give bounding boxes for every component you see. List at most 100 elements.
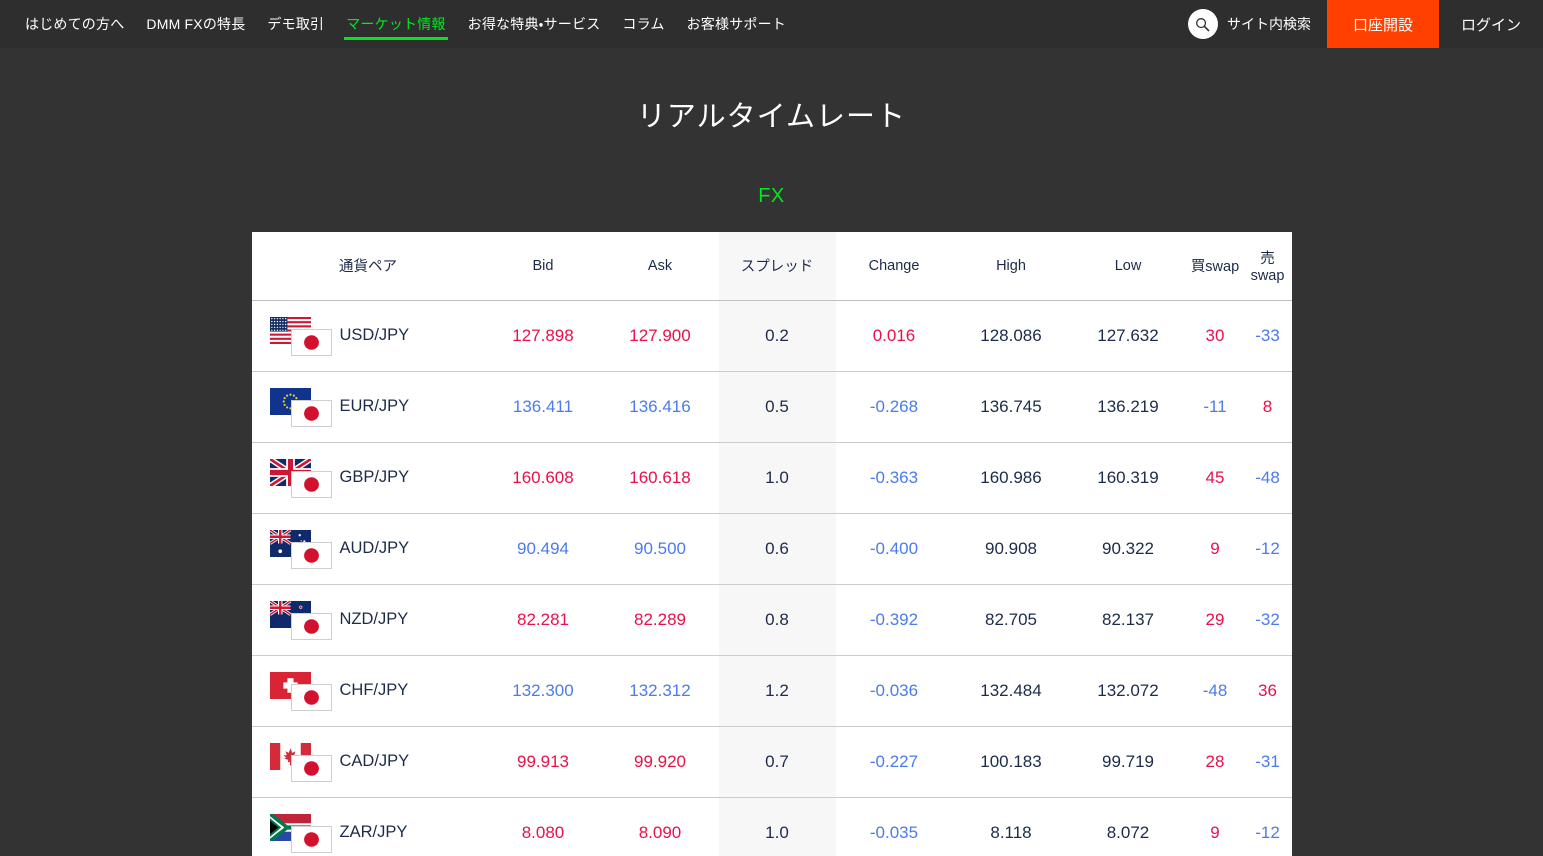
nav-item-label: マーケット情報 (346, 16, 446, 32)
column-header-currency-pair[interactable]: 通貨ペア (251, 232, 485, 301)
cell-change: -0.227 (835, 726, 953, 798)
column-header-buy-swap[interactable]: 買swap (1186, 232, 1244, 301)
flag-pair (269, 458, 332, 498)
cell-buy-swap: 30 (1186, 300, 1244, 372)
cell-high: 132.484 (952, 655, 1070, 727)
cell-currency-pair: NZD/JPY (251, 584, 485, 656)
nav-item-4[interactable]: マーケット情報 (335, 0, 456, 48)
cell-high: 128.086 (952, 300, 1070, 372)
flag-pair (269, 742, 332, 782)
column-header-spread[interactable]: スプレッド (718, 232, 836, 301)
table-row[interactable]: AUD/JPY 90.494 90.500 0.6 -0.400 90.908 90.322… (251, 513, 1292, 585)
cell-high: 136.745 (952, 371, 1070, 443)
cell-currency-pair: AUD/JPY (251, 513, 485, 585)
cell-spread: 1.0 (718, 442, 836, 514)
cell-bid: 99.913 (484, 726, 602, 798)
cell-currency-pair: USD/JPY (251, 300, 485, 372)
cell-sell-swap: -33 (1243, 300, 1292, 372)
cell-currency-pair: CHF/JPY (251, 655, 485, 727)
nav-item-1[interactable]: はじめての方へ (14, 0, 135, 48)
page-title: リアルタイムレート (636, 101, 907, 133)
cell-ask: 127.900 (601, 300, 719, 372)
cell-change: 0.016 (835, 300, 953, 372)
nav-item-3[interactable]: デモ取引 (256, 0, 335, 48)
cell-spread: 0.8 (718, 584, 836, 656)
table-row[interactable]: USD/JPY 127.898 127.900 0.2 0.016 128.086 127.… (251, 300, 1292, 372)
cell-low: 160.319 (1069, 442, 1187, 514)
flag-pair (269, 600, 332, 640)
column-header-sell-swap[interactable]: 売swap (1243, 232, 1292, 301)
cell-bid: 90.494 (484, 513, 602, 585)
site-search-button[interactable]: サイト内検索 (1180, 0, 1327, 48)
cell-spread: 1.2 (718, 655, 836, 727)
table-row[interactable]: CHF/JPY 132.300 132.312 1.2 -0.036 132.484 132… (251, 655, 1292, 727)
currency-pair-label: CAD/JPY (339, 752, 410, 770)
currency-pair-label: GBP/JPY (339, 468, 410, 486)
column-header-change[interactable]: Change (835, 232, 953, 301)
login-button[interactable]: ログイン (1439, 0, 1543, 48)
cell-currency-pair: EUR/JPY (251, 371, 485, 443)
column-header-low[interactable]: Low (1069, 232, 1187, 301)
currency-pair-label: NZD/JPY (339, 610, 409, 628)
nav-item-5[interactable]: お得な特典・サービス (457, 0, 612, 48)
cell-change: -0.268 (835, 371, 953, 443)
cell-buy-swap: 9 (1210, 822, 1220, 842)
table-row[interactable]: CAD/JPY 99.913 99.920 0.7 -0.227 100.183 99.71… (251, 726, 1292, 798)
cell-currency-pair: CAD/JPY (251, 726, 485, 798)
table-row[interactable]: EUR/JPY 136.411 136.416 0.5 -0.268 136.745 136… (251, 371, 1292, 443)
cell-change: -0.400 (835, 513, 953, 585)
table-body: USD/JPY 127.898 127.900 0.2 0.016 128.086 127.… (251, 300, 1292, 856)
cell-buy-swap: 9 (1186, 513, 1244, 585)
nav-utility-group: サイト内検索 口座開設 ログイン (1180, 0, 1543, 48)
flag-jp-icon (290, 612, 332, 640)
flag-pair (269, 813, 332, 853)
cell-buy-swap: 29 (1186, 584, 1244, 656)
cell-sell-swap: -12 (1255, 822, 1280, 842)
cell-sell-swap: -12 (1243, 513, 1292, 585)
cell-change: -0.392 (835, 584, 953, 656)
cell-high: 90.908 (952, 513, 1070, 585)
column-header-high[interactable]: High (952, 232, 1070, 301)
currency-pair-label: EUR/JPY (339, 397, 410, 415)
open-account-button[interactable]: 口座開設 (1326, 0, 1439, 48)
table-row[interactable]: NZD/JPY 82.281 82.289 0.8 -0.392 82.705 82.137… (251, 584, 1292, 656)
cell-ask: 136.416 (601, 371, 719, 443)
cell-currency-pair: GBP/JPY (251, 442, 485, 514)
cell-change: -0.363 (835, 442, 953, 514)
table-row[interactable]: GBP/JPY 160.608 160.618 1.0 -0.363 160.986 160… (251, 442, 1292, 514)
cell-bid: 132.300 (484, 655, 602, 727)
column-header-bid[interactable]: Bid (484, 232, 602, 301)
flag-jp-icon (290, 541, 332, 569)
nav-active-underline (344, 37, 448, 40)
table-row[interactable]: ZAR/JPY 8.080 8.090 1.0 -0.035 8.118 8.072 9 -12 (252, 797, 1292, 856)
cell-spread: 0.7 (718, 726, 836, 798)
currency-pair-label: ZAR/JPY (339, 823, 408, 842)
nav-item-label: コラム (622, 16, 665, 32)
cell-bid: 136.411 (484, 371, 602, 443)
flag-jp-icon (290, 683, 332, 711)
flag-jp-icon (290, 754, 332, 782)
flag-pair (269, 671, 332, 711)
currency-pair-inner: USD/JPY (269, 316, 485, 356)
cell-high: 160.986 (952, 442, 1070, 514)
nav-item-7[interactable]: お客様サポート (676, 0, 797, 48)
column-header-ask[interactable]: Ask (601, 232, 719, 301)
cell-buy-swap: -48 (1186, 655, 1244, 727)
cell-ask: 90.500 (601, 513, 719, 585)
flag-jp-icon (290, 825, 332, 853)
cell-spread: 0.5 (718, 371, 836, 443)
cell-buy-swap: 45 (1186, 442, 1244, 514)
realtime-rate-table-container: 通貨ペア Bid Ask スプレッド Change High Low 買swap 売swap U… (251, 232, 1292, 856)
cell-low: 136.219 (1069, 371, 1187, 443)
nav-item-label: お得な特典・サービス (467, 16, 601, 32)
currency-pair-label: USD/JPY (339, 326, 410, 344)
nav-item-label: はじめての方へ (25, 16, 125, 32)
cell-sell-swap: -31 (1243, 726, 1292, 798)
nav-item-6[interactable]: コラム (611, 0, 675, 48)
cell-low: 82.137 (1069, 584, 1187, 656)
cell-buy-swap: 28 (1186, 726, 1244, 798)
nav-item-2[interactable]: DMM FXの特長 (135, 0, 256, 48)
flag-jp-icon (290, 470, 332, 498)
currency-pair-inner: ZAR/JPY (269, 813, 485, 853)
cell-spread: 1.0 (718, 797, 836, 856)
